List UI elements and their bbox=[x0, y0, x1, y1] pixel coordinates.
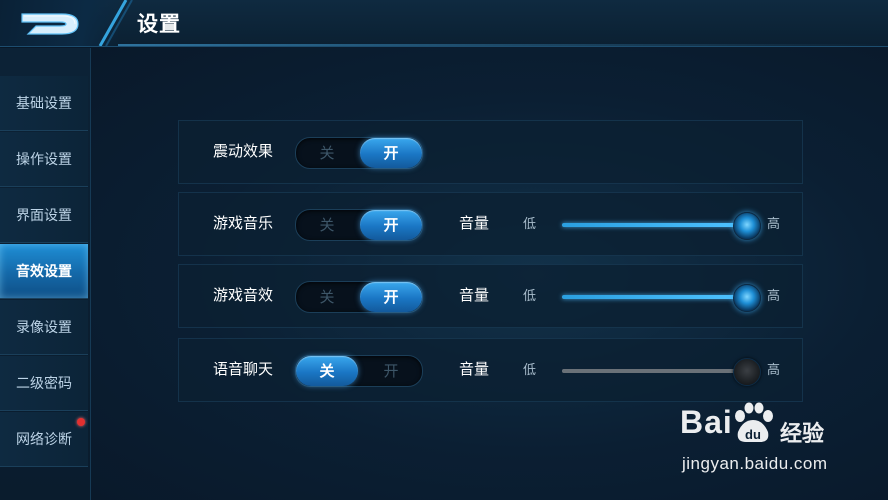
vibration-toggle[interactable]: 关 开 bbox=[295, 137, 423, 169]
volume-high-label: 高 bbox=[767, 289, 781, 304]
voice-chat-volume-slider[interactable] bbox=[562, 358, 761, 386]
sidebar-item-label: 操作设置 bbox=[16, 152, 72, 168]
toggle-on-option[interactable]: 开 bbox=[360, 210, 422, 240]
sidebar-item-label: 界面设置 bbox=[16, 208, 72, 224]
setting-label: 游戏音乐 bbox=[213, 214, 274, 232]
sidebar-item-label: 音效设置 bbox=[16, 264, 72, 280]
setting-row-voice-chat: 语音聊天 关 开 音量 低 高 bbox=[178, 338, 803, 402]
toggle-off-option[interactable]: 关 bbox=[296, 138, 358, 168]
toggle-off-option[interactable]: 关 bbox=[296, 282, 358, 312]
sidebar-item-sound[interactable]: 音效设置 bbox=[0, 244, 88, 299]
sidebar-item-controls[interactable]: 操作设置 bbox=[0, 132, 88, 187]
setting-row-vibration: 震动效果 关 开 bbox=[178, 120, 803, 184]
volume-low-label: 低 bbox=[523, 217, 537, 232]
game-music-volume-slider[interactable] bbox=[562, 212, 761, 240]
sidebar-item-network-diagnosis[interactable]: 网络诊断 bbox=[0, 412, 88, 467]
sidebar-item-label: 基础设置 bbox=[16, 96, 72, 112]
volume-low-label: 低 bbox=[523, 363, 537, 378]
setting-label: 震动效果 bbox=[213, 142, 274, 160]
slider-fill bbox=[562, 295, 746, 299]
volume-label: 音量 bbox=[459, 360, 490, 378]
setting-row-game-sfx: 游戏音效 关 开 音量 低 高 bbox=[178, 264, 803, 328]
sidebar-item-basic[interactable]: 基础设置 bbox=[0, 76, 88, 131]
toggle-on-option[interactable]: 开 bbox=[360, 356, 422, 386]
baidu-paw-icon: du bbox=[735, 402, 773, 442]
sidebar-item-interface[interactable]: 界面设置 bbox=[0, 188, 88, 243]
notification-dot-icon bbox=[77, 418, 85, 426]
slider-knob[interactable] bbox=[733, 284, 761, 312]
toggle-off-option[interactable]: 关 bbox=[296, 356, 358, 386]
watermark-jingyan: 经验 bbox=[780, 422, 825, 447]
setting-row-game-music: 游戏音乐 关 开 音量 低 高 bbox=[178, 192, 803, 256]
watermark-brand: Bai bbox=[680, 404, 733, 440]
slider-knob[interactable] bbox=[733, 358, 761, 386]
svg-text:du: du bbox=[745, 427, 761, 442]
game-sfx-volume-slider[interactable] bbox=[562, 284, 761, 312]
header-divider bbox=[98, 0, 133, 46]
slider-knob[interactable] bbox=[733, 212, 761, 240]
volume-low-label: 低 bbox=[523, 289, 537, 304]
sidebar-item-label: 二级密码 bbox=[16, 376, 72, 392]
volume-high-label: 高 bbox=[767, 363, 781, 378]
toggle-off-option[interactable]: 关 bbox=[296, 210, 358, 240]
sidebar-item-label: 录像设置 bbox=[16, 320, 72, 336]
top-header: 设置 bbox=[0, 0, 888, 47]
header-underline bbox=[118, 44, 888, 46]
setting-label: 语音聊天 bbox=[213, 360, 274, 378]
setting-label: 游戏音效 bbox=[213, 286, 274, 304]
baidu-jingyan-watermark: Bai du 经验 jingyan.baidu.com bbox=[680, 402, 880, 494]
volume-label: 音量 bbox=[459, 286, 490, 304]
sidebar-item-replay[interactable]: 录像设置 bbox=[0, 300, 88, 355]
slider-fill bbox=[562, 369, 746, 373]
toggle-on-option[interactable]: 开 bbox=[360, 138, 422, 168]
volume-label: 音量 bbox=[459, 214, 490, 232]
sidebar-item-label: 网络诊断 bbox=[16, 432, 72, 448]
game-sfx-toggle[interactable]: 关 开 bbox=[295, 281, 423, 313]
slider-fill bbox=[562, 223, 746, 227]
game-music-toggle[interactable]: 关 开 bbox=[295, 209, 423, 241]
toggle-on-option[interactable]: 开 bbox=[360, 282, 422, 312]
watermark-url: jingyan.baidu.com bbox=[682, 454, 828, 473]
voice-chat-toggle[interactable]: 关 开 bbox=[295, 355, 423, 387]
sidebar: 基础设置 操作设置 界面设置 音效设置 录像设置 二级密码 网络诊断 bbox=[0, 48, 91, 500]
volume-high-label: 高 bbox=[767, 217, 781, 232]
sidebar-item-secondary-password[interactable]: 二级密码 bbox=[0, 356, 88, 411]
page-title: 设置 bbox=[137, 12, 181, 36]
